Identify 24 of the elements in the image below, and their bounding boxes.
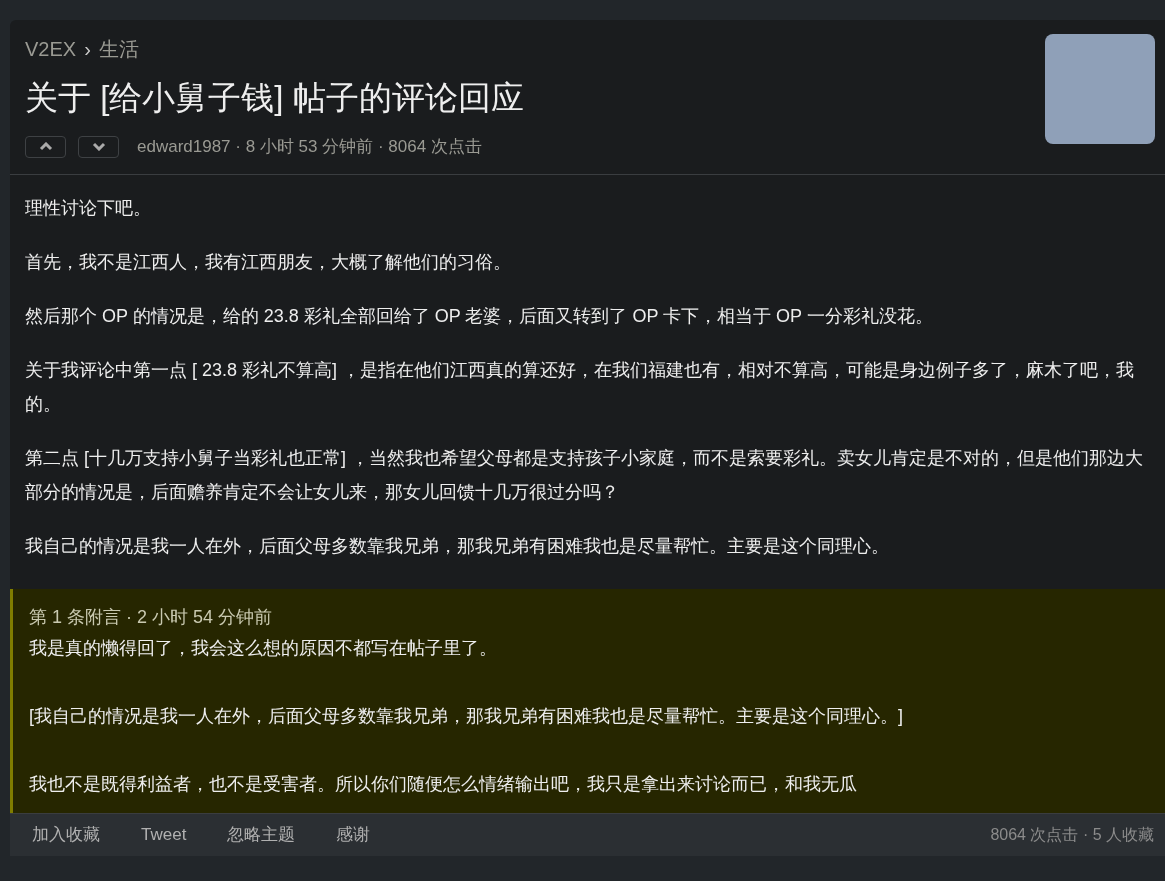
supplement-paragraph: 我也不是既得利益者，也不是受害者。所以你们随便怎么情绪输出吧，我只是拿出来讨论而已，和我无瓜 [29, 772, 858, 796]
post-paragraph: 然后那个 OP 的情况是，给的 23.8 彩礼全部回给了 OP 老婆，后面又转到了 OP 卡下，相当于 OP 一分彩礼没花。 [25, 304, 934, 328]
chevron-down-icon [91, 142, 106, 152]
supplement-paragraph: [我自己的情况是我一人在外，后面父母多数靠我兄弟，那我兄弟有困难我也是尽量帮忙。主要是这个同理心。] [29, 704, 904, 728]
topic-title: 关于 [给小舅子钱] 帖子的评论回应 [25, 78, 524, 118]
footer-action-link[interactable]: Tweet [141, 821, 187, 848]
upvote-button[interactable] [25, 135, 66, 158]
post-paragraph: 理性讨论下吧。 [25, 196, 152, 220]
post-paragraph: 第二点 [十几万支持小舅子当彩礼也正常] ，当然我也希望父母都是支持孩子小家庭，而不是索要彩礼。卖女儿肯定是不对的，但是他们那边大部分的情况是，后面赡养肯定不会让女儿来，那女儿回馈十几万很过分吗？ [25, 446, 1144, 504]
post-paragraph: 关于我评论中第一点 [ 23.8 彩礼不算高] ，是指在他们江西真的算还好，在我们福建也有，相对不算高，可能是身边例子多了，麻木了吧，我的。 [25, 358, 1136, 416]
breadcrumb-separator: › [84, 37, 91, 62]
footer-action-link[interactable]: 忽略主题 [227, 821, 296, 848]
post-paragraph: 我自己的情况是我一人在外，后面父母多数靠我兄弟，那我兄弟有困难我也是尽量帮忙。主要是这个同理心。 [25, 534, 890, 558]
breadcrumb-link[interactable]: V2EX [25, 34, 77, 64]
chevron-up-icon [38, 142, 53, 152]
supplement-paragraph: 我是真的懒得回了，我会这么想的原因不都写在帖子里了。 [29, 636, 498, 660]
topic-stats: 8064 次点击 · 5 人收藏 [990, 824, 1154, 845]
topic-meta: edward1987 · 8 小时 53 分钟前 · 8064 次点击 [137, 136, 482, 158]
breadcrumb-link[interactable]: 生活 [98, 34, 139, 64]
downvote-button[interactable] [78, 135, 119, 158]
supplement-header: 第 1 条附言 · 2 小时 54 分钟前 [29, 605, 274, 629]
footer-action-link[interactable]: 感谢 [336, 821, 371, 848]
footer-action-link[interactable]: 加入收藏 [32, 821, 100, 848]
post-paragraph: 首先，我不是江西人，我有江西朋友，大概了解他们的习俗。 [25, 250, 512, 274]
